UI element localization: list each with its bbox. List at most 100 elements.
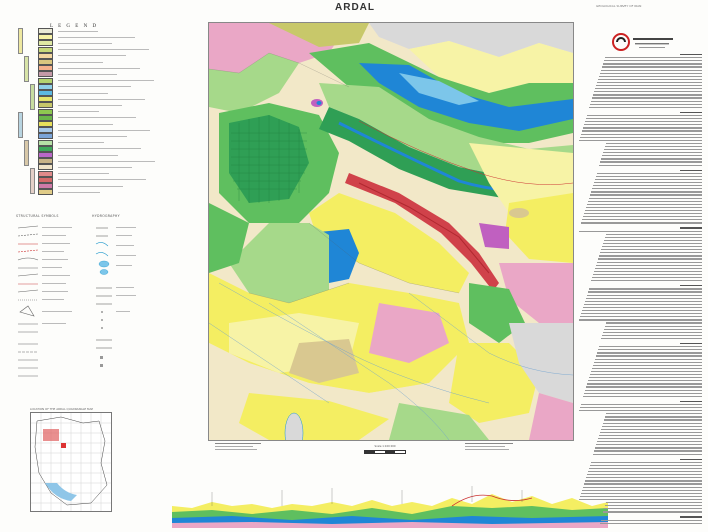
legend-swatch	[38, 164, 53, 171]
text-body-line	[591, 461, 702, 463]
text-body-line	[584, 303, 702, 306]
text-body-line	[594, 361, 702, 363]
text-body-line	[604, 149, 702, 151]
legend-swatch	[38, 96, 53, 103]
text-body-line	[595, 267, 702, 269]
text-body-line	[584, 483, 702, 485]
text-body-line	[599, 255, 702, 257]
text-body-line	[581, 492, 702, 494]
text-body-line	[588, 291, 702, 293]
legend-era-bar	[18, 28, 23, 54]
text-body-line	[591, 191, 702, 193]
legend-description-line	[58, 42, 112, 44]
text-body-line	[601, 69, 702, 71]
legend-swatch	[38, 114, 53, 121]
text-heading-line	[680, 343, 702, 345]
text-body-line	[597, 441, 702, 443]
legend-description-line	[58, 104, 122, 106]
text-body-line	[600, 522, 702, 524]
text-body-line	[592, 188, 702, 190]
legend-era-bar	[30, 84, 35, 110]
legend-swatch	[38, 83, 53, 90]
text-body-line	[603, 63, 702, 65]
text-body-line	[600, 431, 702, 434]
legend-swatch	[38, 46, 53, 53]
legend-swatch	[38, 28, 53, 34]
text-body-line	[585, 121, 702, 123]
legend-description-line	[58, 148, 141, 150]
text-body-line	[589, 467, 702, 470]
text-body-line	[593, 94, 702, 96]
text-body-line	[583, 306, 702, 309]
legend-description-line	[58, 185, 123, 187]
text-body-line	[606, 233, 702, 235]
legend-swatch	[38, 152, 53, 158]
text-body-line	[579, 230, 702, 232]
text-body-line	[583, 216, 702, 218]
cross-section	[172, 482, 608, 528]
text-body-line	[605, 416, 702, 418]
text-body-line	[604, 419, 702, 421]
text-body-line	[589, 288, 702, 290]
text-body-line	[603, 242, 702, 245]
text-body-line	[606, 322, 702, 324]
legend-description-line	[58, 73, 117, 75]
text-body-line	[587, 294, 702, 296]
text-body-line	[594, 91, 702, 93]
text-body-line	[579, 139, 702, 141]
text-body-line	[593, 273, 702, 276]
publisher-note: GEOLOGICAL SURVEY OF IRAN	[596, 4, 642, 8]
text-heading-line	[680, 111, 702, 114]
text-heading-line	[680, 169, 702, 171]
text-body-line	[586, 386, 702, 388]
text-body-line	[602, 155, 702, 157]
text-body-line	[602, 425, 702, 427]
text-body-line	[591, 370, 702, 373]
text-body-line	[605, 236, 702, 238]
text-body-line	[602, 66, 702, 68]
legend-swatch	[38, 77, 53, 84]
text-body-line	[591, 280, 702, 282]
text-body-line	[600, 72, 702, 74]
text-body-line	[593, 453, 702, 455]
location-inset-map	[30, 412, 112, 512]
text-body-line	[593, 185, 702, 187]
text-body-line	[596, 175, 702, 178]
text-body-line	[579, 498, 702, 501]
text-body-line	[593, 364, 702, 366]
text-body-line	[586, 477, 702, 479]
text-body-line	[588, 471, 702, 473]
text-body-line	[596, 85, 702, 87]
text-body-line	[601, 337, 702, 340]
text-body-line	[599, 75, 702, 77]
text-body-line	[590, 374, 702, 376]
legend-description-line	[58, 173, 109, 175]
text-body-line	[591, 100, 702, 102]
text-body-line	[592, 367, 702, 370]
legend-swatch	[38, 145, 53, 152]
text-body-line	[589, 197, 702, 199]
text-heading-line	[680, 400, 702, 403]
legend-description-line	[58, 142, 104, 144]
legend-swatch	[38, 90, 53, 96]
legend-description-line	[58, 55, 126, 57]
legend-swatch	[38, 108, 53, 115]
symbols-legend	[17, 225, 136, 377]
legend-swatch	[38, 170, 53, 177]
text-body-line	[586, 118, 702, 120]
map-credits-right	[465, 441, 513, 450]
legend-swatch	[38, 133, 53, 140]
legend-era-bar	[18, 112, 23, 138]
text-body-line	[589, 377, 702, 379]
geologic-map[interactable]	[208, 22, 574, 441]
text-body-line	[582, 219, 702, 221]
inset-map-title: LOCATION OF THE ARDAL QUADRANGLE MAP	[30, 407, 94, 411]
text-body-line	[580, 316, 702, 318]
text-body-line	[590, 103, 702, 105]
explanatory-text-column	[578, 54, 702, 528]
legend-description-line	[58, 160, 155, 162]
text-heading-line	[680, 516, 702, 518]
legend-description-line	[58, 80, 154, 82]
text-body-line	[598, 438, 702, 440]
legend-swatch	[38, 183, 53, 189]
